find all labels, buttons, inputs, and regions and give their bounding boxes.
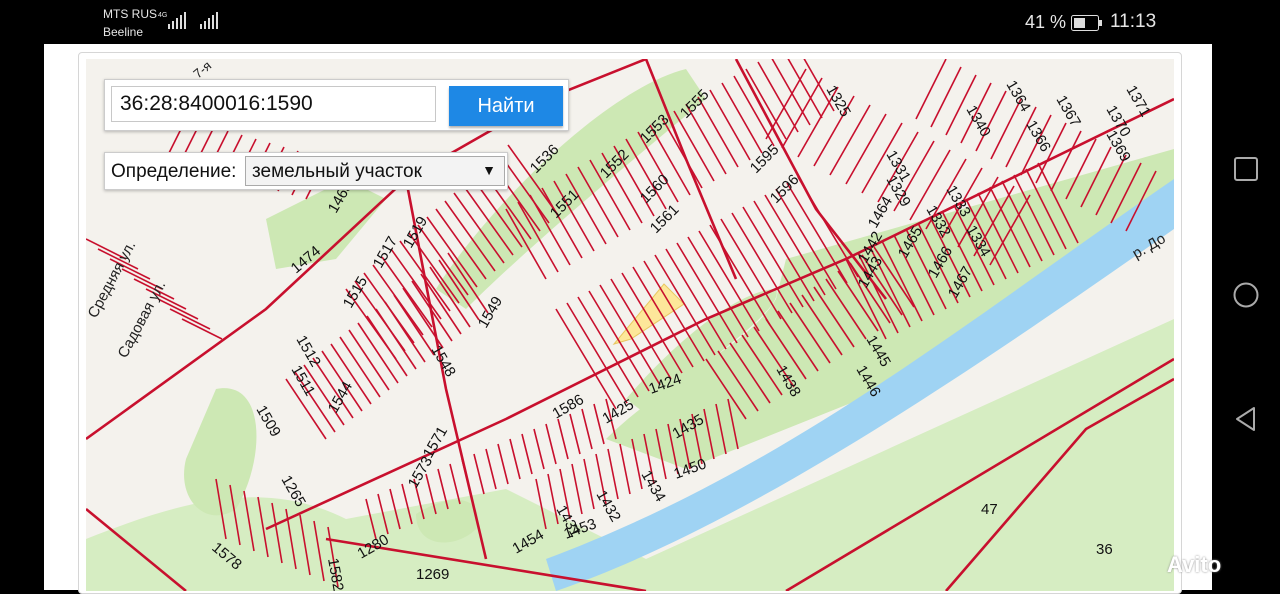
map-frame: 1325 1364 1367 1371 1340 1366 1370 1369 1331 1329… [78, 52, 1182, 594]
battery-percent: 41 % [1025, 12, 1067, 32]
definition-selected-value: земельный участок [252, 161, 422, 182]
browser-content: 1325 1364 1367 1371 1340 1366 1370 1369 1331 1329… [44, 44, 1212, 594]
status-bar: MTS RUS Beeline 4G 41 % 11:13 [0, 0, 1212, 44]
watermark: Avito [1167, 552, 1222, 577]
parcel-number-label[interactable]: 1269 [416, 566, 449, 583]
parcel-number-label[interactable]: 36 [1096, 541, 1113, 558]
signal-icon-secondary [200, 12, 218, 29]
parcel-number-label[interactable]: 47 [981, 501, 998, 518]
search-button[interactable]: Найти [449, 86, 563, 126]
definition-panel: Определение: земельный участок ▼ [104, 152, 508, 190]
search-panel: Найти [104, 79, 569, 131]
home-icon[interactable] [1232, 281, 1260, 309]
dropdown-arrow-icon: ▼ [482, 162, 496, 178]
carrier-name-primary: MTS RUS [103, 7, 157, 21]
map-canvas[interactable]: 1325 1364 1367 13711340 1366 1370136913311329… [86, 59, 1174, 591]
cadastral-number-input[interactable] [111, 86, 436, 122]
carrier-name-secondary: Beeline [103, 25, 144, 39]
cadastral-map[interactable]: 1325 1364 1367 1371 1340 1366 1370 1369 1331 1329… [86, 59, 1174, 591]
network-type: 4G [158, 12, 168, 19]
back-icon[interactable] [1232, 405, 1260, 433]
clock: 11:13 [1110, 11, 1157, 32]
navigation-bar [1212, 0, 1280, 590]
recent-apps-icon[interactable] [1232, 155, 1260, 183]
definition-select[interactable]: земельный участок ▼ [245, 156, 505, 186]
battery-icon [1071, 15, 1102, 31]
definition-label: Определение: [111, 161, 237, 182]
signal-icon [168, 12, 186, 29]
